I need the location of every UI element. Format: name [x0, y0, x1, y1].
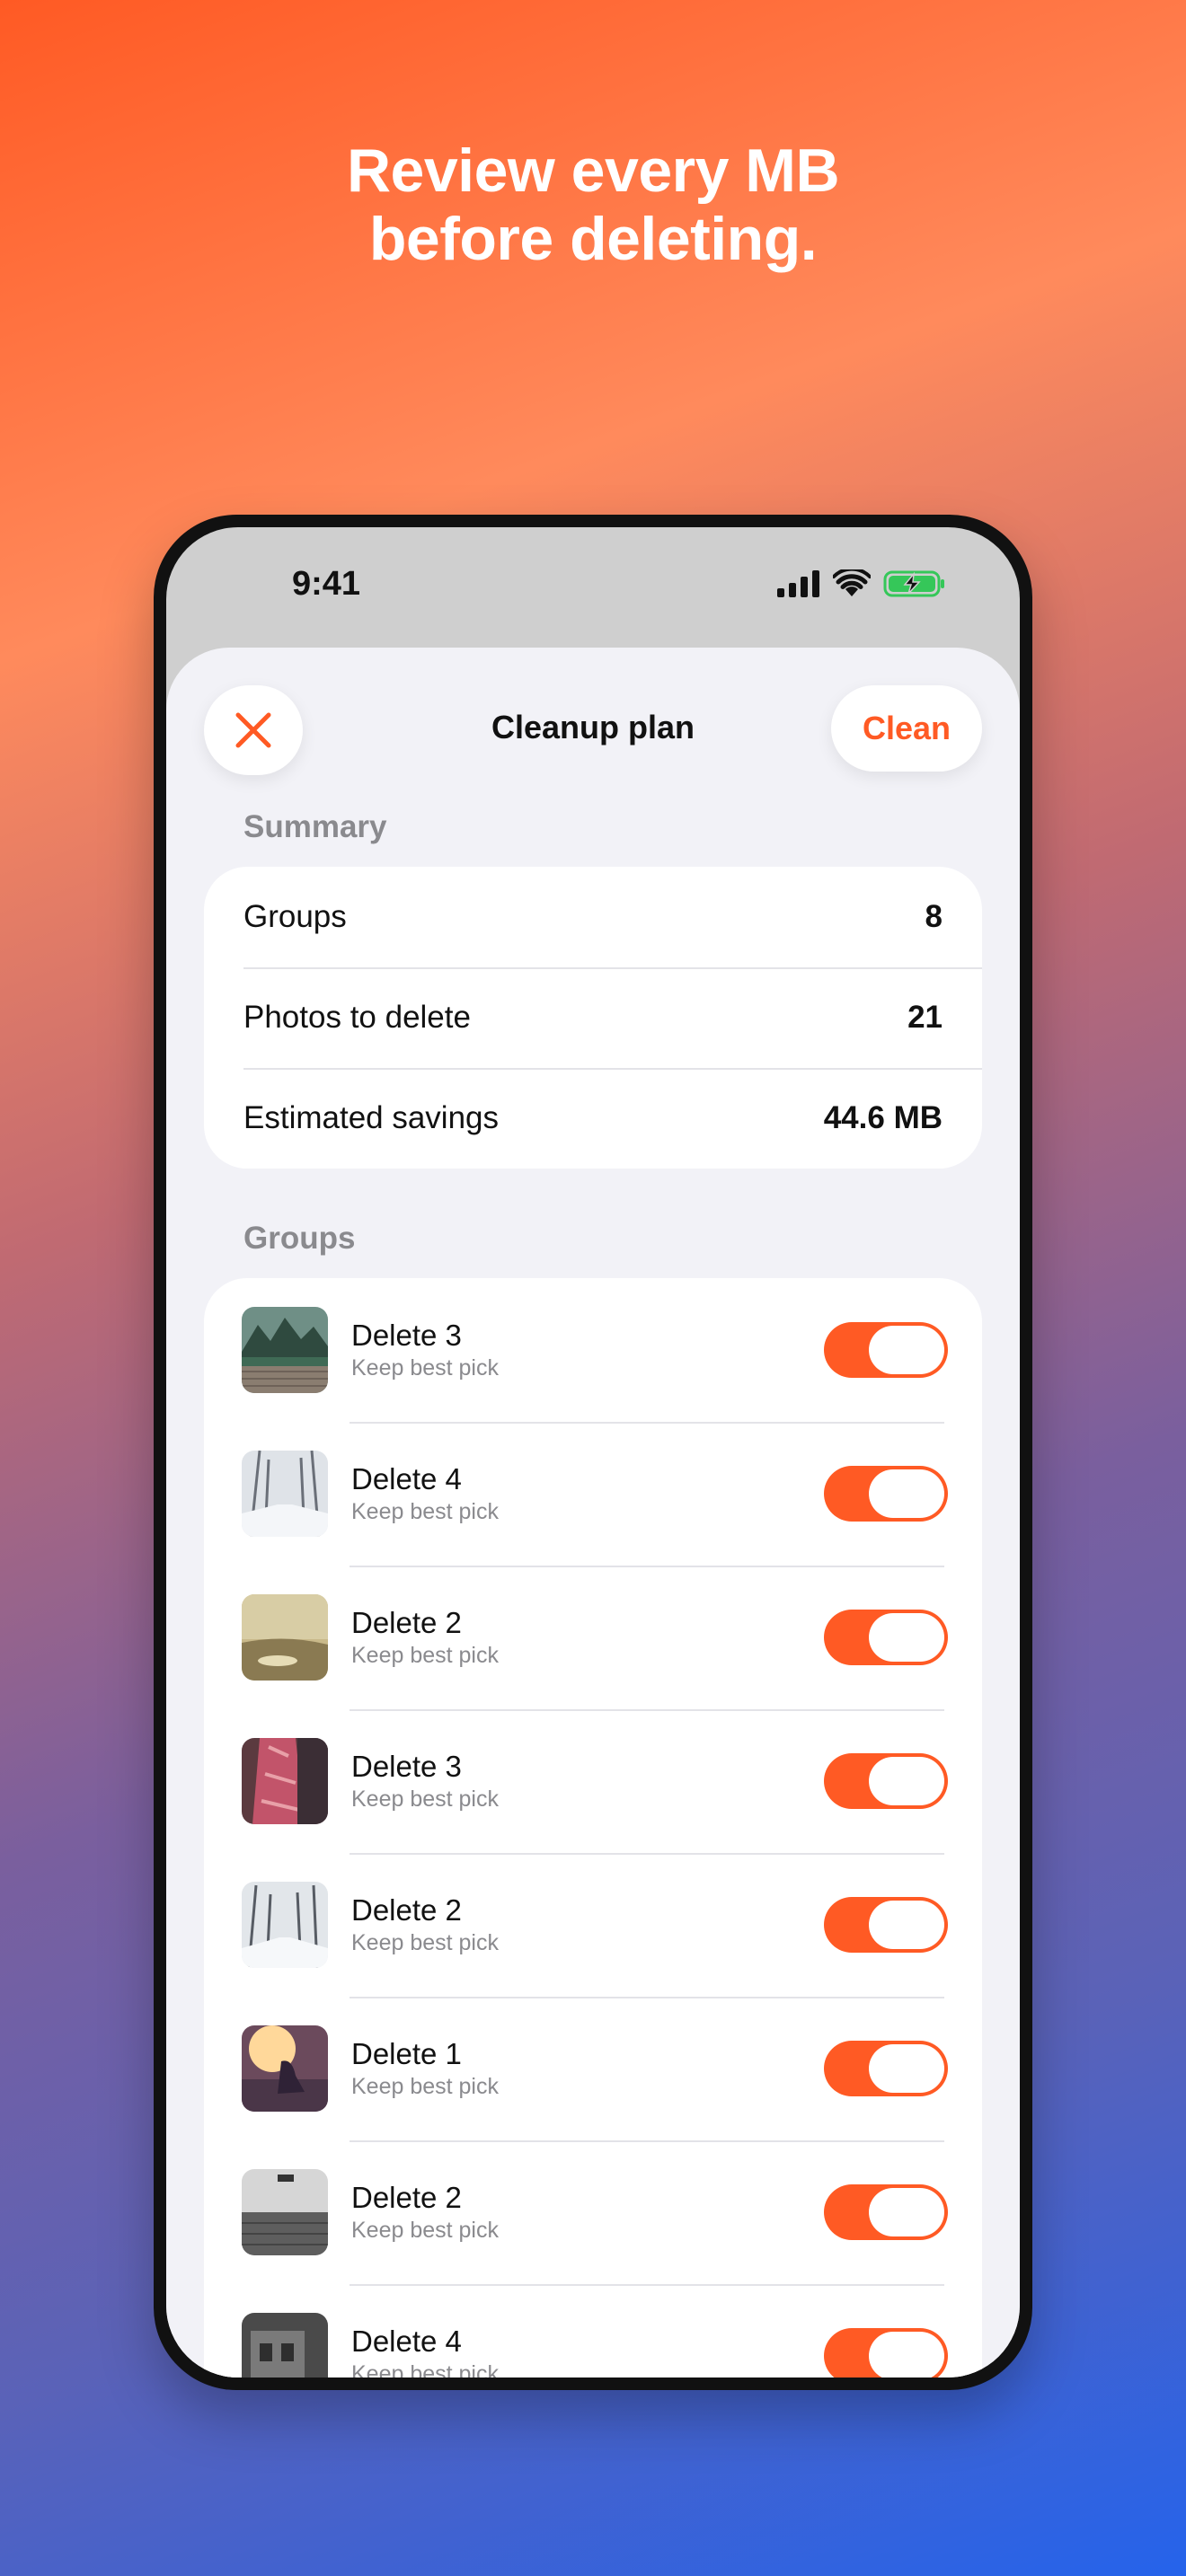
- cleanup-plan-sheet: Cleanup plan Clean Summary Groups 8 Phot…: [166, 648, 1020, 2378]
- headline-line-2: before deleting.: [368, 205, 818, 273]
- groups-header: Groups: [243, 1221, 356, 1256]
- group-title: Delete 4: [351, 2325, 462, 2358]
- group-text: Delete 1 Keep best pick: [351, 2036, 824, 2101]
- group-subtitle: Keep best pick: [351, 2361, 499, 2378]
- status-time: 9:41: [292, 565, 361, 603]
- group-title: Delete 3: [351, 1319, 462, 1352]
- group-row[interactable]: Delete 2 Keep best pick: [204, 2140, 982, 2284]
- group-title: Delete 4: [351, 1462, 462, 1495]
- group-title: Delete 2: [351, 1606, 462, 1639]
- group-thumbnail: [242, 2169, 328, 2255]
- battery-charging-icon: [883, 570, 944, 597]
- group-toggle[interactable]: [824, 2184, 948, 2240]
- group-text: Delete 3 Keep best pick: [351, 1749, 824, 1813]
- group-toggle[interactable]: [824, 1466, 948, 1522]
- signal-icon: [777, 570, 819, 597]
- phone-screen: 9:41 Cleanup plan Clean Summary Groups 8…: [166, 527, 1020, 2378]
- group-row[interactable]: Delete 1 Keep best pick: [204, 1997, 982, 2140]
- group-thumbnail: [242, 1594, 328, 1681]
- nav-bar: Cleanup plan Clean: [166, 648, 1020, 809]
- summary-value: 21: [907, 1000, 943, 1035]
- group-subtitle: Keep best pick: [351, 2074, 499, 2099]
- group-text: Delete 3 Keep best pick: [351, 1318, 824, 1382]
- group-row[interactable]: Delete 3 Keep best pick: [204, 1278, 982, 1422]
- group-toggle[interactable]: [824, 1753, 948, 1809]
- summary-label: Groups: [243, 899, 347, 934]
- group-row[interactable]: Delete 3 Keep best pick: [204, 1709, 982, 1853]
- group-subtitle: Keep best pick: [351, 2218, 499, 2243]
- group-text: Delete 4 Keep best pick: [351, 1461, 824, 1526]
- summary-card: Groups 8 Photos to delete 21 Estimated s…: [204, 867, 982, 1169]
- groups-card: Delete 3 Keep best pick Delete 4 Keep be…: [204, 1278, 982, 2378]
- status-bar: 9:41: [166, 527, 1020, 635]
- summary-label: Photos to delete: [243, 1000, 471, 1035]
- summary-label: Estimated savings: [243, 1100, 500, 1135]
- group-thumbnail: [242, 1882, 328, 1968]
- summary-row-photos: Photos to delete 21: [204, 967, 982, 1068]
- group-toggle[interactable]: [824, 1322, 948, 1378]
- group-row[interactable]: Delete 4 Keep best pick: [204, 2284, 982, 2378]
- group-subtitle: Keep best pick: [351, 1355, 499, 1381]
- group-text: Delete 2 Keep best pick: [351, 2180, 824, 2245]
- group-text: Delete 2 Keep best pick: [351, 1892, 824, 1957]
- group-thumbnail: [242, 1307, 328, 1393]
- group-subtitle: Keep best pick: [351, 1786, 499, 1812]
- group-subtitle: Keep best pick: [351, 1930, 499, 1955]
- group-title: Delete 2: [351, 1893, 462, 1927]
- group-row[interactable]: Delete 2 Keep best pick: [204, 1853, 982, 1997]
- headline: Review every MB before deleting.: [0, 137, 1186, 273]
- group-title: Delete 3: [351, 1750, 462, 1783]
- wifi-icon: [833, 569, 871, 596]
- status-icons: [777, 569, 946, 598]
- group-thumbnail: [242, 1451, 328, 1537]
- summary-header: Summary: [243, 809, 387, 844]
- group-row[interactable]: Delete 4 Keep best pick: [204, 1422, 982, 1566]
- clean-button[interactable]: Clean: [831, 685, 982, 772]
- group-subtitle: Keep best pick: [351, 1499, 499, 1524]
- phone-frame: 9:41 Cleanup plan Clean Summary Groups 8…: [154, 515, 1032, 2390]
- summary-row-savings: Estimated savings 44.6 MB: [204, 1068, 982, 1169]
- group-thumbnail: [242, 2313, 328, 2378]
- group-toggle[interactable]: [824, 1897, 948, 1953]
- group-thumbnail: [242, 2025, 328, 2112]
- group-toggle[interactable]: [824, 1610, 948, 1665]
- group-row[interactable]: Delete 2 Keep best pick: [204, 1566, 982, 1709]
- headline-line-1: Review every MB: [346, 137, 840, 205]
- group-title: Delete 1: [351, 2037, 462, 2070]
- group-text: Delete 4 Keep best pick: [351, 2324, 824, 2378]
- group-subtitle: Keep best pick: [351, 1643, 499, 1668]
- group-title: Delete 2: [351, 2181, 462, 2214]
- group-thumbnail: [242, 1738, 328, 1824]
- group-text: Delete 2 Keep best pick: [351, 1605, 824, 1670]
- group-toggle[interactable]: [824, 2041, 948, 2096]
- summary-row-groups: Groups 8: [204, 867, 982, 967]
- group-toggle[interactable]: [824, 2328, 948, 2378]
- summary-value: 44.6 MB: [823, 1100, 943, 1135]
- summary-value: 8: [925, 899, 943, 934]
